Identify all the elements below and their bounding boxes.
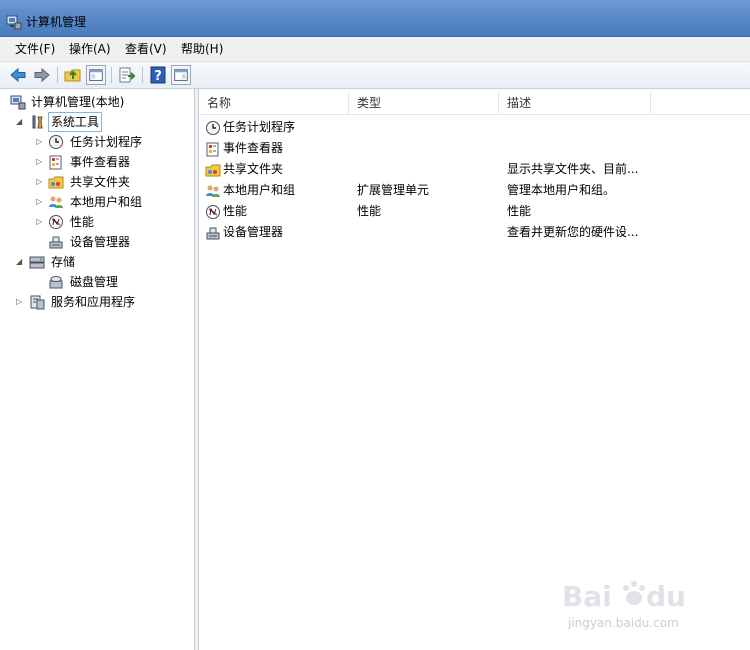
event-viewer-icon bbox=[206, 142, 219, 157]
watermark-text: jingyan.baidu.com bbox=[568, 616, 679, 630]
device-manager-icon bbox=[49, 236, 63, 249]
console-tree: 计算机管理(本地) ◢ 系统工具 ▷ 任务计划程序 ▷ 事件查看器 ▷ 共享文件… bbox=[0, 89, 195, 650]
show-hide-console-tree-icon[interactable] bbox=[86, 65, 106, 85]
expand-arrow-icon[interactable]: ▷ bbox=[36, 178, 44, 186]
menu-file[interactable]: 文件(F) bbox=[15, 37, 55, 61]
list-item[interactable]: 设备管理器 查看并更新您的硬件设... bbox=[199, 222, 750, 243]
item-name: 事件查看器 bbox=[223, 141, 284, 155]
tree-item-task-scheduler[interactable]: ▷ 任务计划程序 bbox=[0, 133, 194, 151]
tree-item-label: 系统工具 bbox=[48, 112, 103, 132]
tree-item-shared-folders[interactable]: ▷ 共享文件夹 bbox=[0, 173, 194, 191]
computer-management-window: 计算机管理 文件(F) 操作(A) 查看(V) 帮助(H) ? 计算机管理(本地… bbox=[0, 0, 750, 650]
expand-arrow-icon[interactable]: ▷ bbox=[36, 138, 44, 146]
toolbar: ? bbox=[0, 62, 750, 89]
shared-folders-icon bbox=[48, 176, 64, 189]
forward-arrow-icon[interactable] bbox=[32, 65, 52, 85]
window-title: 计算机管理 bbox=[26, 15, 87, 29]
menu-action[interactable]: 操作(A) bbox=[69, 37, 111, 61]
help-icon[interactable]: ? bbox=[148, 65, 168, 85]
system-tools-icon bbox=[32, 115, 43, 129]
item-name: 共享文件夹 bbox=[223, 162, 284, 176]
details-list: 名称 类型 描述 任务计划程序 事件查看器 共享文件夹 显示共享文件夹、目前..… bbox=[199, 89, 750, 650]
task-scheduler-icon bbox=[49, 135, 63, 149]
toolbar-separator bbox=[142, 67, 143, 83]
collapse-arrow-icon[interactable]: ◢ bbox=[16, 118, 24, 126]
computer-management-icon bbox=[6, 15, 22, 30]
column-header-description[interactable]: 描述 bbox=[499, 92, 651, 114]
tree-item-event-viewer[interactable]: ▷ 事件查看器 bbox=[0, 153, 194, 171]
disk-management-icon bbox=[49, 276, 63, 289]
item-name: 本地用户和组 bbox=[223, 183, 296, 197]
tree-item-label: 磁盘管理 bbox=[70, 275, 119, 289]
menu-view[interactable]: 查看(V) bbox=[125, 37, 167, 61]
expand-arrow-icon[interactable]: ▷ bbox=[36, 198, 44, 206]
services-applications-icon bbox=[30, 295, 45, 310]
item-type: 扩展管理单元 bbox=[357, 183, 430, 197]
expand-arrow-icon[interactable]: ▷ bbox=[36, 158, 44, 166]
item-name: 性能 bbox=[223, 204, 248, 218]
list-item[interactable]: 事件查看器 bbox=[199, 138, 750, 159]
tree-item-label: 存储 bbox=[51, 255, 76, 269]
list-item[interactable]: 共享文件夹 显示共享文件夹、目前... bbox=[199, 159, 750, 180]
item-name: 任务计划程序 bbox=[223, 120, 296, 134]
tree-item-performance[interactable]: ▷ 性能 bbox=[0, 213, 194, 231]
title-bar[interactable]: 计算机管理 bbox=[0, 0, 750, 37]
tree-item-disk-management[interactable]: 磁盘管理 bbox=[0, 273, 194, 291]
item-description: 性能 bbox=[507, 204, 532, 218]
tree-item-device-manager[interactable]: 设备管理器 bbox=[0, 233, 194, 251]
computer-management-icon bbox=[10, 95, 26, 110]
tree-item-system-tools[interactable]: ◢ 系统工具 bbox=[0, 112, 194, 132]
tree-item-label: 设备管理器 bbox=[70, 235, 131, 249]
svg-text:Bai: Bai bbox=[562, 580, 612, 613]
tree-item-storage[interactable]: ◢ 存储 bbox=[0, 253, 194, 271]
tree-item-services-applications[interactable]: ▷ 服务和应用程序 bbox=[0, 293, 194, 311]
tree-item-label: 服务和应用程序 bbox=[51, 295, 136, 309]
up-folder-icon[interactable] bbox=[63, 65, 83, 85]
device-manager-icon bbox=[206, 227, 220, 240]
column-header-name[interactable]: 名称 bbox=[199, 92, 349, 114]
tree-item-root[interactable]: 计算机管理(本地) bbox=[0, 93, 194, 111]
item-description: 显示共享文件夹、目前... bbox=[507, 162, 639, 176]
task-scheduler-icon bbox=[206, 121, 220, 135]
list-item[interactable]: 性能 性能 性能 bbox=[199, 201, 750, 222]
export-list-icon[interactable] bbox=[117, 65, 137, 85]
list-item[interactable]: 本地用户和组 扩展管理单元 管理本地用户和组。 bbox=[199, 180, 750, 201]
item-description: 管理本地用户和组。 bbox=[507, 183, 616, 197]
shared-folders-icon bbox=[205, 164, 221, 177]
performance-icon bbox=[49, 215, 63, 229]
baidu-jingyan-logo: Bai du bbox=[562, 580, 686, 613]
storage-icon bbox=[29, 256, 45, 269]
tree-item-label: 共享文件夹 bbox=[70, 175, 131, 189]
item-type: 性能 bbox=[357, 204, 382, 218]
watermark: Bai du jingyan.baidu.com bbox=[560, 572, 720, 642]
tree-item-label: 计算机管理(本地) bbox=[31, 95, 125, 109]
menu-bar: 文件(F) 操作(A) 查看(V) 帮助(H) bbox=[0, 37, 750, 62]
local-users-groups-icon bbox=[206, 185, 220, 197]
tree-item-label: 任务计划程序 bbox=[70, 135, 143, 149]
local-users-groups-icon bbox=[49, 196, 63, 208]
column-header-type[interactable]: 类型 bbox=[349, 92, 499, 114]
list-item[interactable]: 任务计划程序 bbox=[199, 117, 750, 138]
expand-arrow-icon[interactable]: ▷ bbox=[16, 298, 24, 306]
performance-icon bbox=[206, 205, 220, 219]
item-name: 设备管理器 bbox=[223, 225, 284, 239]
collapse-arrow-icon[interactable]: ◢ bbox=[16, 258, 24, 266]
tree-item-local-users-groups[interactable]: ▷ 本地用户和组 bbox=[0, 193, 194, 211]
toolbar-separator bbox=[57, 67, 58, 83]
toolbar-separator bbox=[111, 67, 112, 83]
item-description: 查看并更新您的硬件设... bbox=[507, 225, 639, 239]
svg-text:?: ? bbox=[154, 69, 162, 84]
show-hide-action-pane-icon[interactable] bbox=[171, 65, 191, 85]
tree-item-label: 性能 bbox=[70, 215, 95, 229]
back-arrow-icon[interactable] bbox=[8, 65, 28, 85]
expand-arrow-icon[interactable]: ▷ bbox=[36, 218, 44, 226]
list-header: 名称 类型 描述 bbox=[199, 92, 750, 115]
event-viewer-icon bbox=[49, 155, 62, 170]
svg-text:du: du bbox=[646, 580, 686, 613]
tree-item-label: 事件查看器 bbox=[70, 155, 131, 169]
tree-item-label: 本地用户和组 bbox=[70, 195, 143, 209]
menu-help[interactable]: 帮助(H) bbox=[181, 37, 223, 61]
